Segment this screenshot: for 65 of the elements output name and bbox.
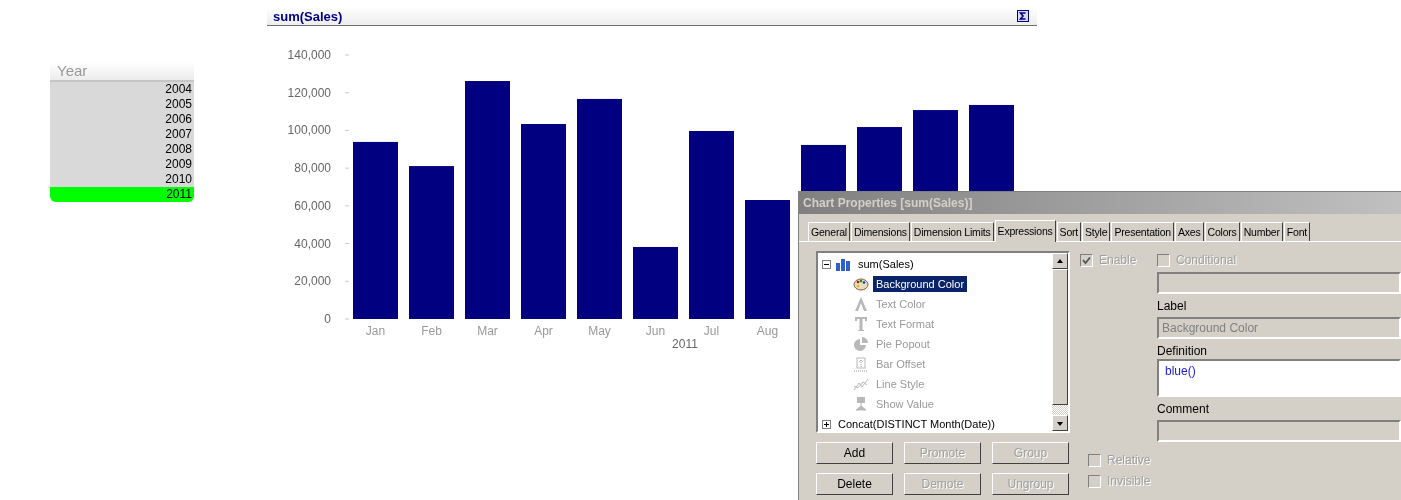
tab[interactable]: Number xyxy=(1240,222,1283,241)
axis-tick-label: 60,000 xyxy=(294,198,331,213)
listbox-item[interactable]: 2011 xyxy=(50,187,194,202)
listbox-item[interactable]: 2007 xyxy=(50,127,194,142)
axis-tick-label: Jun xyxy=(645,324,666,338)
chart-title: sum(Sales) xyxy=(273,8,343,24)
field-label: Definition xyxy=(1157,343,1209,359)
listbox-item[interactable]: 2006 xyxy=(50,112,194,127)
axis-tick-label: May xyxy=(588,324,611,338)
tab[interactable]: Style xyxy=(1082,222,1111,241)
collapse-icon[interactable] xyxy=(822,259,831,269)
axis-tick-label: 20,000 xyxy=(294,274,331,289)
axis-tick-label: 80,000 xyxy=(294,161,331,176)
dialog-title: Chart Properties [sum(Sales)] xyxy=(799,192,1401,214)
palette-icon xyxy=(853,276,869,292)
field-label: Label xyxy=(1157,298,1188,314)
sigma-icon[interactable] xyxy=(1017,10,1029,22)
dialog-button[interactable]: Delete xyxy=(816,473,893,495)
letter-a-icon xyxy=(853,296,869,312)
bar-offset-icon xyxy=(853,356,869,372)
tree-item[interactable]: Background Color xyxy=(873,276,968,292)
pie-chart-icon xyxy=(853,336,869,352)
tab[interactable]: Font xyxy=(1283,222,1311,241)
scrollbar[interactable] xyxy=(1052,253,1068,431)
scroll-track[interactable] xyxy=(1052,405,1068,415)
code-text: blue() xyxy=(1165,364,1196,378)
listbox-item[interactable]: 2008 xyxy=(50,142,194,157)
axis-tick-label: Mar xyxy=(477,324,498,338)
listbox-item[interactable]: 2010 xyxy=(50,172,194,187)
axis-tick-label: 100,000 xyxy=(287,123,331,138)
scroll-thumb[interactable] xyxy=(1052,269,1068,405)
axis-tick-label: 140,000 xyxy=(287,48,331,62)
condition-field[interactable] xyxy=(1157,272,1401,294)
axis-tick-label: Jul xyxy=(703,324,720,338)
listbox-title: Year xyxy=(50,62,194,82)
axis-tick-label: Jan xyxy=(365,324,386,338)
axis-title: 2011 xyxy=(672,337,698,351)
listbox-item[interactable]: 2005 xyxy=(50,97,194,112)
dialog-button[interactable]: Add xyxy=(816,442,893,464)
tree-item[interactable]: sum(Sales) xyxy=(855,256,917,272)
axis-tick-label: 120,000 xyxy=(287,85,331,100)
line-style-icon xyxy=(853,376,869,392)
letter-t-icon xyxy=(853,316,869,332)
listbox-item[interactable]: 2009 xyxy=(50,157,194,172)
tab[interactable]: General xyxy=(808,222,850,241)
tab[interactable]: Axes xyxy=(1174,222,1204,241)
tree-item[interactable]: Concat(DISTINCT Month(Date)) xyxy=(835,416,998,432)
axis-tick-label: Feb xyxy=(421,324,442,338)
expand-icon[interactable] xyxy=(822,419,831,429)
listbox-item[interactable]: 2004 xyxy=(50,82,194,97)
value-label-icon xyxy=(853,396,869,412)
comment-field[interactable] xyxy=(1157,420,1401,442)
tab[interactable]: Dimensions xyxy=(850,222,910,241)
axis-tick-label: 40,000 xyxy=(294,236,331,251)
bar-chart-icon xyxy=(835,257,851,271)
axis-tick-label: Apr xyxy=(534,324,553,338)
tab[interactable]: Dimension Limits xyxy=(910,222,994,241)
axis-tick-label: Aug xyxy=(756,324,779,338)
definition-field[interactable]: blue() xyxy=(1157,359,1401,397)
tab[interactable]: Presentation xyxy=(1111,222,1174,241)
axis-tick-label: 0 xyxy=(324,312,331,326)
tab[interactable]: Expressions xyxy=(994,220,1056,242)
tab[interactable]: Sort xyxy=(1056,222,1082,241)
field-label: Comment xyxy=(1157,401,1210,417)
tab[interactable]: Colors xyxy=(1204,222,1240,241)
